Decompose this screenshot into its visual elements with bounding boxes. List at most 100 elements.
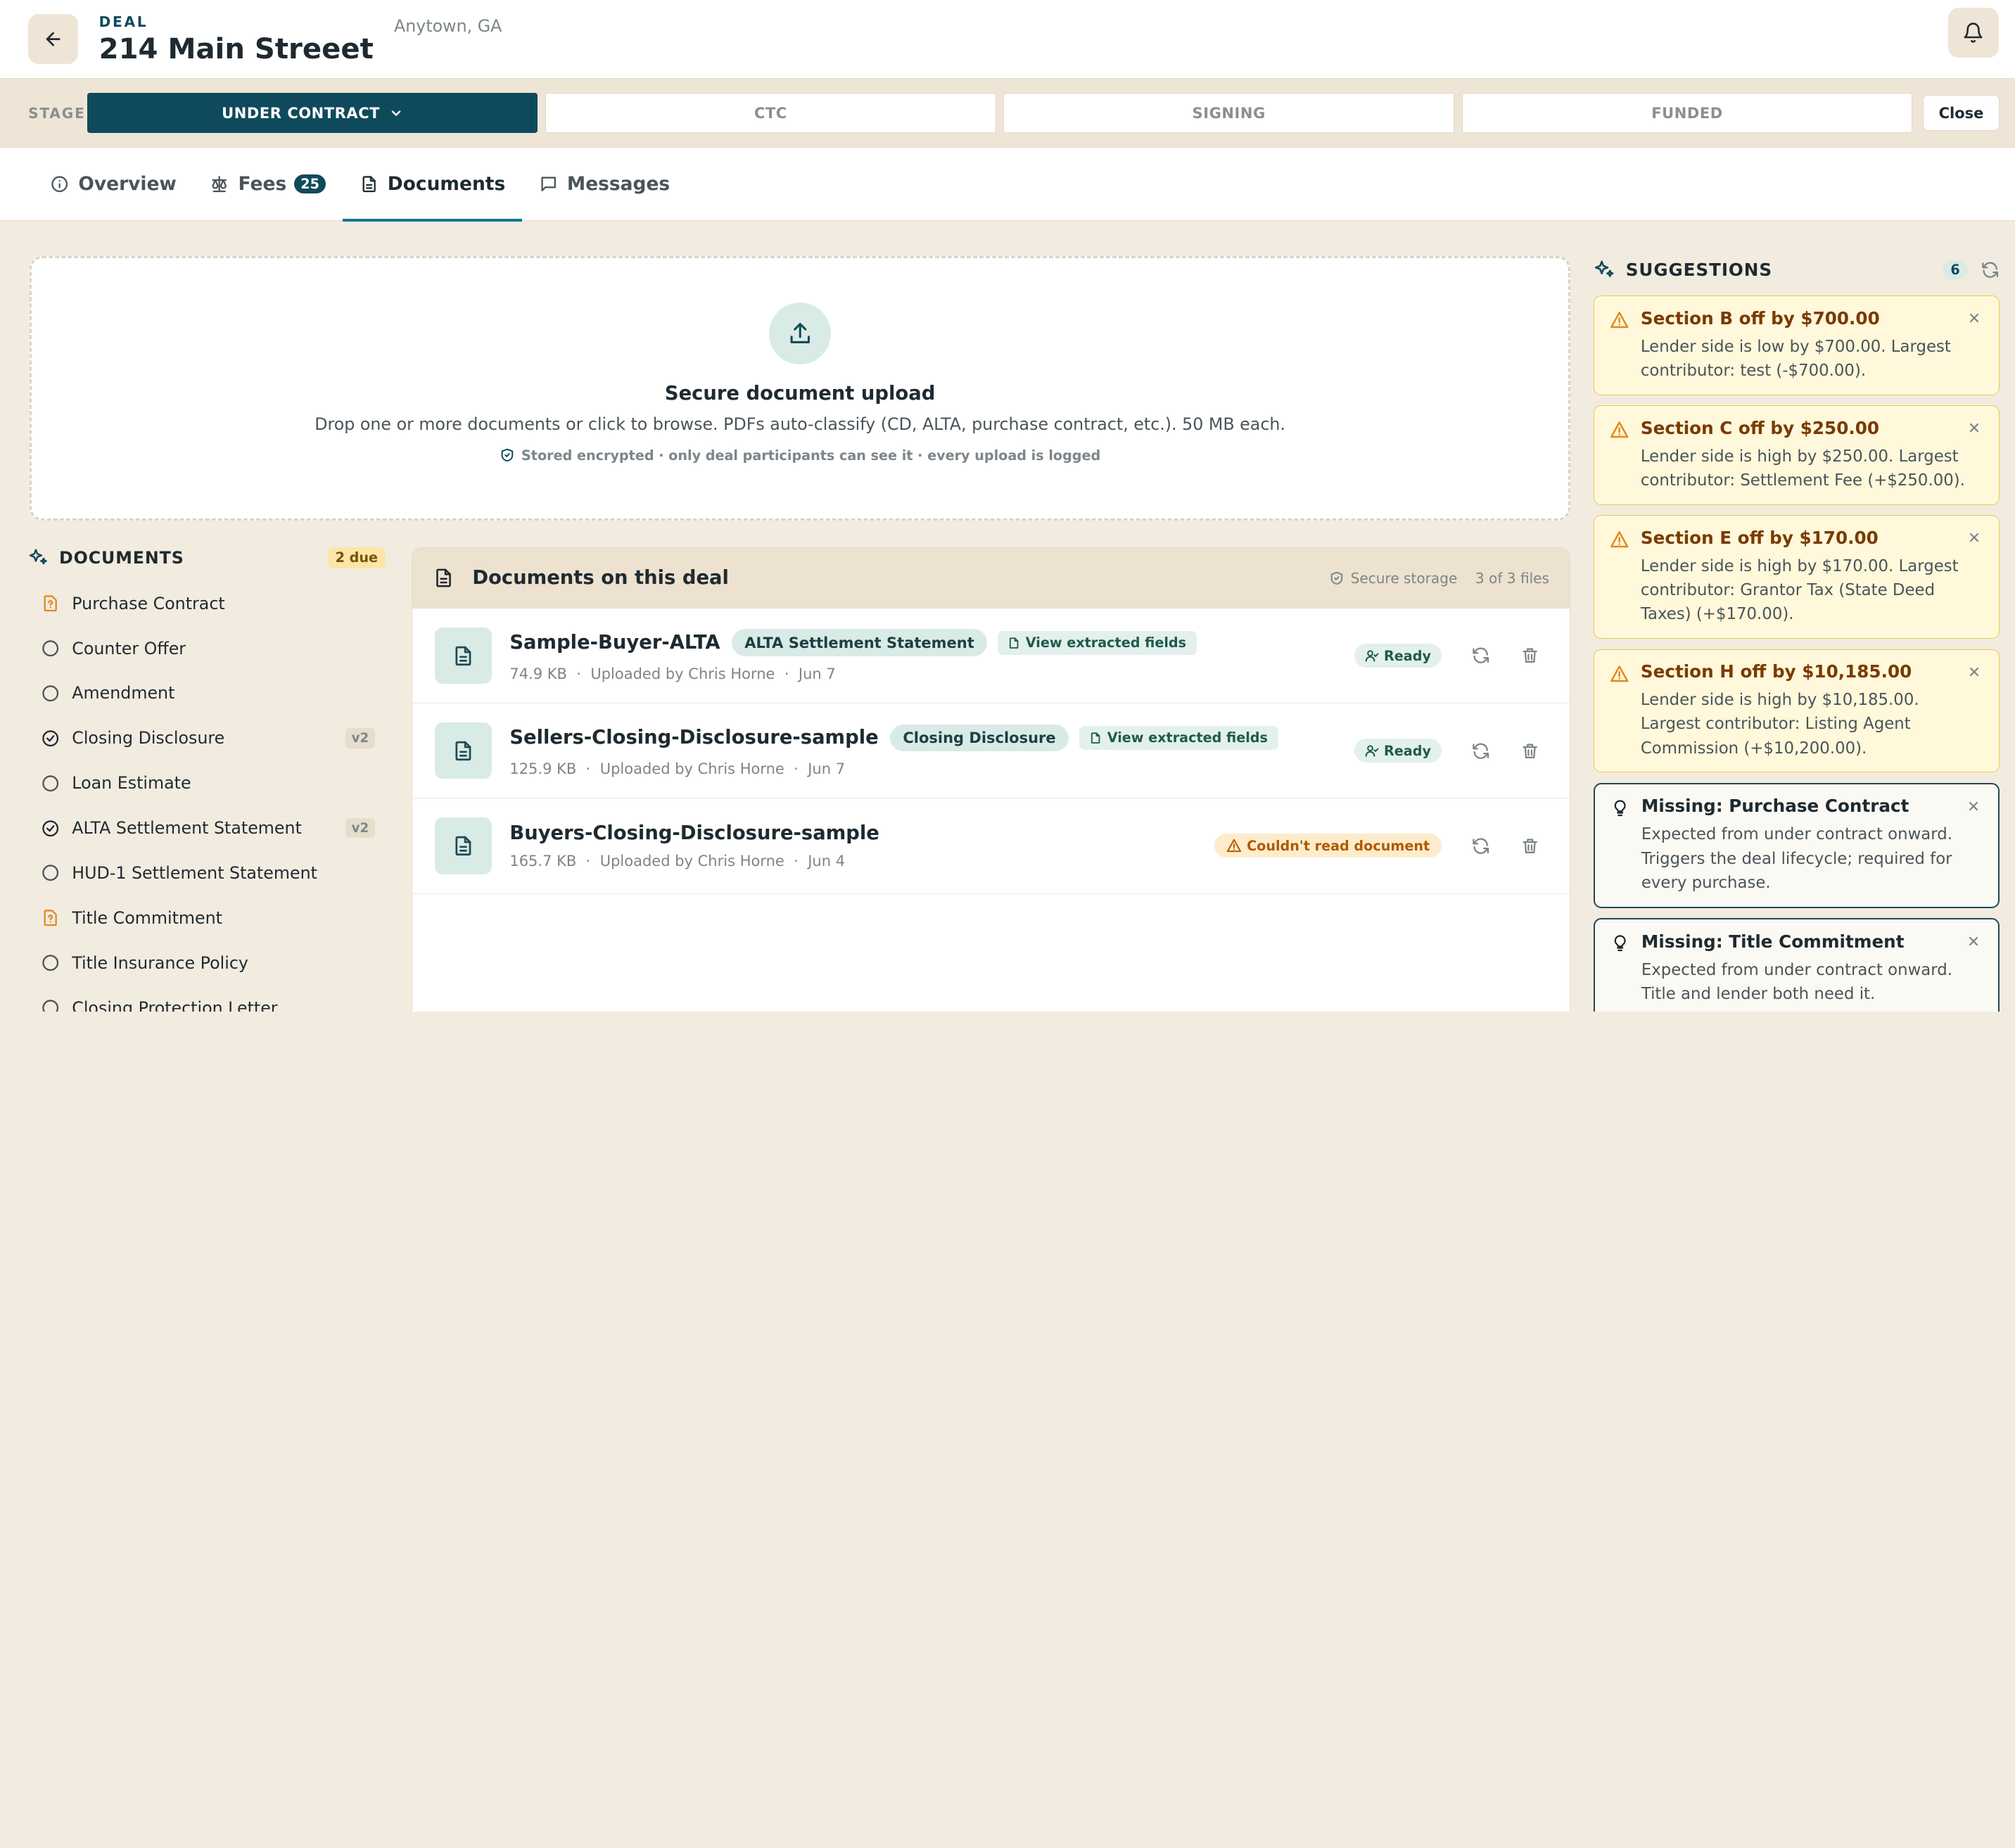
file-info: Sellers-Closing-Disclosure-sample Closing… <box>509 724 1278 777</box>
reprocess-icon <box>1473 647 1489 664</box>
checklist-item[interactable]: Closing Disclosure v2 <box>28 715 386 760</box>
tab-messages[interactable]: Messages <box>522 148 687 220</box>
suggestion-icon <box>1610 420 1629 444</box>
suggestion-card[interactable]: Missing: Purchase Contract Expected from … <box>1594 782 2000 908</box>
suggestion-card[interactable]: Section C off by $250.00 Lender side is h… <box>1594 405 2000 505</box>
file-uploader: Uploaded by Chris Horne <box>590 665 775 682</box>
suggestion-card[interactable]: Section H off by $10,185.00 Lender side i… <box>1594 649 2000 773</box>
refresh-icon[interactable] <box>1981 260 2000 279</box>
file-date: Jun 7 <box>798 665 836 682</box>
file-status-label: Ready <box>1384 742 1431 759</box>
close-icon <box>1969 937 1978 946</box>
checklist-item[interactable]: Purchase Contract <box>28 581 386 626</box>
documents-checklist-title: DOCUMENTS <box>59 547 184 568</box>
user-check-icon <box>1365 650 1379 662</box>
meta-separator: · <box>576 760 600 777</box>
suggestion-card[interactable]: Section B off by $700.00 Lender side is l… <box>1594 295 2000 395</box>
suggestion-icon <box>1610 310 1629 334</box>
file-count: 3 of 3 files <box>1475 569 1549 587</box>
delete-button[interactable] <box>1518 741 1542 760</box>
back-button[interactable] <box>28 14 79 65</box>
checklist-item-label: Counter Offer <box>72 638 186 658</box>
file-status-badge: Couldn't read document <box>1214 834 1442 858</box>
file-row[interactable]: Sellers-Closing-Disclosure-sample Closing… <box>412 703 1570 799</box>
dismiss-button[interactable] <box>1967 309 1981 330</box>
suggestion-card[interactable]: Section E off by $170.00 Lender side is h… <box>1594 515 2000 639</box>
file-status-label: Ready <box>1384 647 1431 664</box>
file-icon <box>1010 637 1019 649</box>
view-extracted-fields-button[interactable]: View extracted fields <box>1079 725 1278 750</box>
checklist-item[interactable]: Title Insurance Policy <box>28 941 386 986</box>
file-name[interactable]: Sample-Buyer-ALTA <box>509 632 720 654</box>
file-name[interactable]: Sellers-Closing-Disclosure-sample <box>509 727 878 748</box>
checklist-item[interactable]: HUD-1 Settlement Statement <box>28 850 386 896</box>
warning-icon <box>1610 312 1629 329</box>
stage-signing[interactable]: SIGNING <box>1003 93 1454 134</box>
suggestion-icon <box>1610 933 1629 957</box>
suggestion-card[interactable]: Missing: Title Commitment Expected from u… <box>1594 918 2000 1012</box>
close-icon <box>1969 314 1978 323</box>
warning-icon <box>1226 839 1241 853</box>
file-size: 125.9 KB <box>509 760 577 777</box>
upload-title: Secure document upload <box>664 382 936 404</box>
close-deal-button[interactable]: Close <box>1922 95 2000 132</box>
checklist-item[interactable]: Title Commitment <box>28 896 386 941</box>
close-icon <box>1969 667 1978 676</box>
suggestion-title: Section C off by $250.00 <box>1640 417 1880 438</box>
notifications-button[interactable] <box>1948 7 1999 58</box>
checklist-item[interactable]: ALTA Settlement Statement v2 <box>28 805 386 850</box>
file-text-icon <box>455 836 471 856</box>
upload-dropzone[interactable]: Secure document upload Drop one or more … <box>30 255 1571 521</box>
tab-overview[interactable]: Overview <box>33 148 193 220</box>
dismiss-button[interactable] <box>1966 932 1981 953</box>
file-row[interactable]: Sample-Buyer-ALTA ALTA Settlement Stateme… <box>412 608 1570 704</box>
file-date: Jun 4 <box>808 853 846 870</box>
delete-button[interactable] <box>1518 646 1542 665</box>
deal-city: Anytown, GA <box>394 16 502 37</box>
file-info: Sample-Buyer-ALTA ALTA Settlement Stateme… <box>509 629 1197 682</box>
trash-icon <box>1523 648 1537 663</box>
file-name[interactable]: Buyers-Closing-Disclosure-sample <box>509 822 879 844</box>
file-rows: Sample-Buyer-ALTA ALTA Settlement Stateme… <box>412 608 1570 894</box>
warning-icon <box>1610 665 1629 682</box>
shield-check-icon <box>501 448 514 462</box>
stage-under-contract[interactable]: UNDER CONTRACT <box>87 93 538 134</box>
delete-button[interactable] <box>1518 836 1542 855</box>
arrow-left-icon <box>46 32 61 46</box>
reprocess-button[interactable] <box>1470 646 1493 665</box>
upload-security-note: Stored encrypted · only deal participant… <box>32 447 1568 464</box>
version-badge: v2 <box>345 818 376 839</box>
reprocess-button[interactable] <box>1470 741 1493 760</box>
tab-fees[interactable]: Fees 25 <box>193 148 343 220</box>
checklist-item[interactable]: Loan Estimate <box>28 760 386 805</box>
stage-bar: STAGE UNDER CONTRACT CTC SIGNING FUNDED … <box>0 78 2015 148</box>
meta-separator: · <box>775 665 799 682</box>
stage-signing-label: SIGNING <box>1192 104 1266 122</box>
reprocess-button[interactable] <box>1470 836 1493 855</box>
file-thumb <box>435 627 492 684</box>
view-extracted-fields-button[interactable]: View extracted fields <box>997 630 1197 655</box>
close-icon <box>1969 533 1978 542</box>
tab-documents[interactable]: Documents <box>342 148 522 222</box>
tab-overview-label: Overview <box>78 173 177 196</box>
document-icon <box>436 568 451 587</box>
stage-funded[interactable]: FUNDED <box>1461 93 1913 134</box>
checklist-item[interactable]: Closing Protection Letter <box>28 986 386 1012</box>
dismiss-button[interactable] <box>1967 663 1981 684</box>
suggestions-title: SUGGESTIONS <box>1625 260 1772 281</box>
dismiss-button[interactable] <box>1967 529 1981 550</box>
checklist-item[interactable]: Amendment <box>28 670 386 715</box>
dismiss-button[interactable] <box>1967 419 1981 440</box>
tab-documents-label: Documents <box>387 173 506 196</box>
suggestion-icon <box>1610 664 1629 688</box>
checklist-item[interactable]: Counter Offer <box>28 626 386 671</box>
file-meta: 125.9 KB · Uploaded by Chris Horne · Jun… <box>509 760 1278 777</box>
check-circle-icon <box>42 729 59 746</box>
dismiss-button[interactable] <box>1966 797 1981 818</box>
stage-ctc[interactable]: CTC <box>545 93 996 134</box>
empty-circle-icon <box>42 865 59 881</box>
file-row[interactable]: Buyers-Closing-Disclosure-sample 165.7 KB… <box>412 798 1570 894</box>
suggestion-body: Lender side is high by $10,185.00. Large… <box>1640 691 1919 758</box>
user-check-icon <box>1365 745 1379 757</box>
shield-check-icon <box>1330 571 1342 585</box>
